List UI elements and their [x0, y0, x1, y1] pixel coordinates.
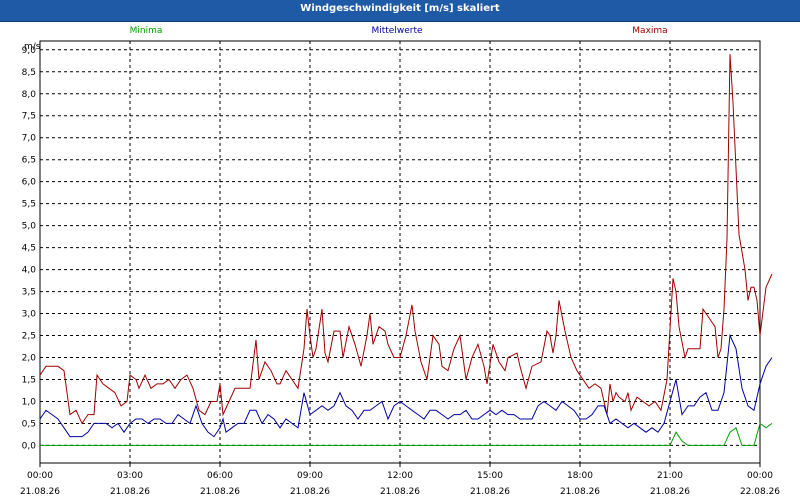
y-tick-label: 0,5 [22, 419, 36, 429]
y-tick-label: 8,0 [22, 90, 37, 100]
y-tick-label: 6,0 [22, 178, 37, 188]
y-tick-label: 4,0 [22, 266, 37, 276]
x-tick-date: 21.08.26 [470, 487, 510, 497]
y-tick-label: 8,5 [22, 68, 36, 78]
x-tick-date: 21.08.26 [380, 487, 420, 497]
legend-mittelwerte: Mittelwerte [371, 26, 422, 36]
y-tick-label: 3,0 [22, 310, 37, 320]
y-tick-label: 7,5 [22, 112, 36, 122]
x-tick-date: 21.08.26 [20, 487, 60, 497]
y-tick-label: 5,5 [22, 200, 36, 210]
x-tick-time: 12:00 [387, 471, 413, 481]
wind-speed-chart: 9,08,58,07,57,06,56,05,55,04,54,03,53,02… [20, 26, 780, 497]
x-tick-date: 22.08.26 [740, 487, 780, 497]
x-tick-time: 00:00 [747, 471, 773, 481]
y-tick-label: 5,0 [22, 222, 37, 232]
y-tick-label: 0,0 [22, 441, 37, 451]
x-tick-time: 03:00 [117, 471, 143, 481]
legend-minima: Minima [130, 26, 163, 36]
x-tick-date: 21.08.26 [290, 487, 330, 497]
y-tick-label: 3,5 [22, 288, 36, 298]
title-bar: Windgeschwindigkeit [m/s] skaliert [0, 0, 800, 22]
x-tick-date: 21.08.26 [110, 487, 150, 497]
x-tick-time: 06:00 [207, 471, 233, 481]
y-tick-label: 1,5 [22, 375, 36, 385]
x-tick-date: 21.08.26 [650, 487, 690, 497]
y-tick-label: 1,0 [22, 397, 37, 407]
x-tick-date: 21.08.26 [200, 487, 240, 497]
x-tick-time: 21:00 [657, 471, 683, 481]
y-axis-ticks: 9,08,58,07,57,06,56,05,55,04,54,03,53,02… [22, 46, 37, 452]
y-axis-label: m/s [24, 42, 41, 52]
x-tick-time: 00:00 [27, 471, 53, 481]
legend-maxima: Maxima [632, 26, 667, 36]
y-tick-label: 6,5 [22, 156, 36, 166]
chart-window: Windgeschwindigkeit [m/s] skaliert 9,0 8,… [0, 0, 800, 500]
legend: Minima Mittelwerte Maxima [130, 26, 668, 36]
x-axis-ticks: 00:00 21.08.26 03:00 21.08.26 06:00 21.08.26 0… [20, 463, 780, 497]
x-tick-time: 15:00 [477, 471, 503, 481]
y-tick-label: 2,0 [22, 354, 37, 364]
y-tick-label: 7,0 [22, 134, 37, 144]
window-title: Windgeschwindigkeit [m/s] skaliert [300, 3, 500, 14]
y-tick-label: 2,5 [22, 332, 36, 342]
y-tick-label: 4,5 [22, 244, 36, 254]
x-tick-date: 21.08.26 [560, 487, 600, 497]
x-tick-time: 09:00 [297, 471, 323, 481]
x-tick-time: 18:00 [567, 471, 593, 481]
